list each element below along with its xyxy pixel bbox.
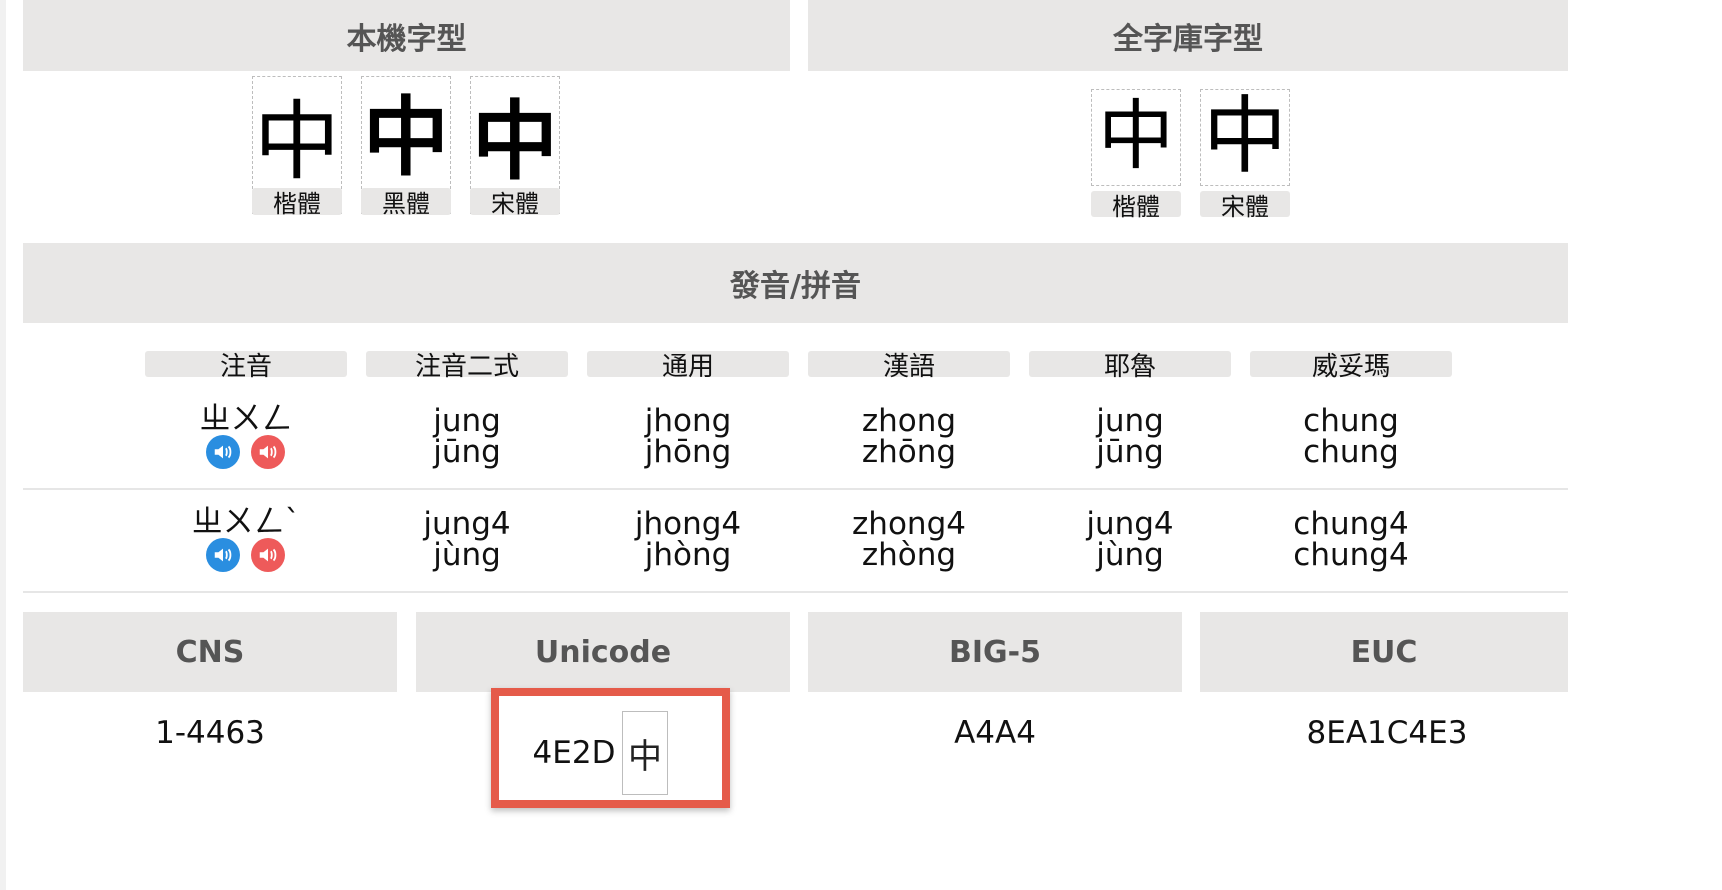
glyph-char: 中 [472, 91, 558, 192]
reading-plain: chung [1303, 403, 1399, 439]
reading-plain: jhong [644, 403, 732, 439]
reading-cell: jung4 jùng [366, 509, 568, 571]
col-header-zhuyin-2: 注音二式 [366, 351, 568, 382]
reading-plain: jung [1096, 403, 1164, 439]
font-label-heiti: 黑體 [361, 188, 451, 218]
big5-header: BIG-5 [808, 612, 1182, 692]
reading-toned: jùng [433, 537, 501, 573]
reading-plain: zhong4 [852, 506, 966, 542]
reading-toned: zhòng [861, 537, 957, 573]
glyph-char: 中 [363, 88, 449, 188]
unicode-glyph-preview: 中 [622, 711, 668, 795]
full-font-label-songti: 宋體 [1200, 191, 1290, 221]
reading-toned: chung4 [1293, 537, 1409, 573]
reading-toned: zhōng [861, 434, 957, 470]
glyph-char: 中 [254, 92, 340, 192]
reading-toned: jūng [433, 434, 501, 470]
zhuyin-reading: ㄓㄨㄥˋ [191, 504, 301, 540]
cns-value: 1-4463 [155, 715, 265, 751]
speaker-icon [259, 548, 277, 562]
full-fonts-header: 全字庫字型 [808, 0, 1568, 71]
reading-toned: chung [1303, 434, 1399, 470]
local-fonts-header: 本機字型 [23, 0, 790, 71]
speaker-icon [214, 548, 232, 562]
speaker-male-button[interactable] [206, 435, 240, 469]
col-header-zhuyin: 注音 [145, 351, 347, 382]
col-header-hanyu: 漢語 [808, 351, 1010, 382]
euc-header: EUC [1200, 612, 1568, 692]
zhuyin-reading: ㄓㄨㄥ [199, 401, 293, 437]
reading-plain: jhong4 [634, 506, 742, 542]
reading-toned: jhòng [644, 537, 732, 573]
speaker-female-button[interactable] [251, 435, 285, 469]
speaker-icon [259, 445, 277, 459]
reading-cell: chung4 chung4 [1250, 509, 1452, 571]
reading-plain: jung4 [1086, 506, 1174, 542]
reading-plain: jung [433, 403, 501, 439]
glyph-char: 中 [1098, 91, 1174, 180]
col-header-tongyong: 通用 [587, 351, 789, 382]
font-label-kaiti: 楷體 [252, 188, 342, 218]
glyph-char: 中 [1202, 87, 1287, 185]
cns-header: CNS [23, 612, 397, 692]
reading-cell: jhong4 jhòng [587, 509, 789, 571]
col-header-wade-giles: 威妥瑪 [1250, 351, 1452, 382]
full-glyph-kaiti: 中 [1091, 89, 1181, 186]
reading-toned: jūng [1096, 434, 1164, 470]
reading-cell: zhong4 zhòng [808, 509, 1010, 571]
reading-plain: jung4 [423, 506, 511, 542]
reading-cell: zhong zhōng [808, 406, 1010, 468]
pronunciation-header: 發音/拼音 [23, 243, 1568, 323]
full-font-label-kaiti: 楷體 [1091, 191, 1181, 221]
reading-toned: jhōng [644, 434, 732, 470]
reading-plain: zhong [861, 403, 957, 439]
left-edge [0, 0, 6, 890]
speaker-icon [214, 445, 232, 459]
euc-value: 8EA1C4E3 [1306, 715, 1468, 751]
font-label-songti: 宋體 [470, 188, 560, 218]
speaker-female-button[interactable] [251, 538, 285, 572]
reading-plain: chung4 [1293, 506, 1409, 542]
unicode-value: 4E2D [532, 735, 616, 771]
reading-toned: jùng [1096, 537, 1164, 573]
full-glyph-songti: 中 [1200, 89, 1290, 186]
reading-cell: jung jūng [1029, 406, 1231, 468]
speaker-male-button[interactable] [206, 538, 240, 572]
unicode-header: Unicode [416, 612, 790, 692]
row-divider [23, 591, 1568, 593]
big5-value: A4A4 [954, 715, 1036, 751]
col-header-yale: 耶魯 [1029, 351, 1231, 382]
reading-cell: chung chung [1250, 406, 1452, 468]
reading-cell: jung jūng [366, 406, 568, 468]
reading-cell: jhong jhōng [587, 406, 789, 468]
row-divider [23, 488, 1568, 490]
reading-cell: jung4 jùng [1029, 509, 1231, 571]
